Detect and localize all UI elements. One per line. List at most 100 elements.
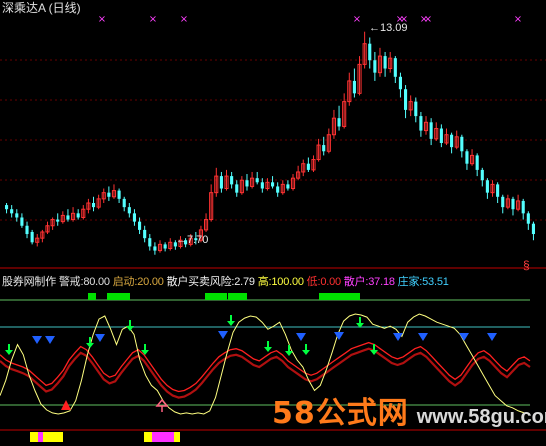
candle-body [91, 203, 96, 208]
candle [322, 136, 326, 156]
candle-body [480, 169, 484, 181]
green-down-arrow-icon [126, 320, 134, 331]
candle [377, 47, 383, 77]
candle-body [429, 122, 433, 139]
candle-body [485, 180, 489, 193]
candle [511, 196, 515, 216]
candle-body [521, 200, 525, 214]
left-arrow-icon: ← [369, 22, 380, 34]
candle [362, 31, 367, 69]
candle-body [439, 128, 443, 143]
chart-title: 深乘达A (日线) [2, 1, 81, 15]
candle-body [117, 190, 121, 199]
candle [96, 194, 101, 210]
candle [485, 178, 489, 199]
candle [475, 153, 479, 177]
high-label: 高: [257, 276, 272, 288]
candle [25, 221, 29, 239]
candle-body [398, 76, 402, 90]
candle-body [368, 43, 372, 61]
candle-body [465, 151, 469, 164]
dealer-label: 庄家: [397, 276, 423, 288]
dealer-value: 53.51 [422, 276, 449, 288]
candle [255, 171, 259, 185]
candle-body [393, 58, 397, 77]
candle-body [260, 182, 264, 189]
candle-body [219, 176, 223, 189]
green-down-arrow-icon [264, 341, 272, 352]
candle-body [419, 116, 423, 131]
risk-label: 散户买卖风险: [166, 276, 235, 288]
candle [204, 213, 209, 232]
candle [60, 211, 65, 224]
start-value: 20.00 [137, 276, 164, 288]
candle [444, 128, 449, 146]
blue-down-triangle-icon [296, 333, 306, 341]
green-down-arrow-icon [356, 317, 364, 328]
candle [35, 234, 40, 247]
arrow-head [227, 321, 235, 326]
candlestick-series[interactable] [5, 31, 535, 255]
candle [357, 56, 362, 96]
candle-body [30, 231, 34, 243]
candle-body [66, 215, 70, 220]
candle-body [337, 118, 341, 127]
candle [460, 134, 464, 158]
candle [10, 205, 14, 218]
high-price-label: ←13.09 [369, 21, 408, 35]
candle-body [5, 205, 9, 210]
candle [450, 132, 454, 154]
blue-down-triangle-icon [218, 331, 228, 339]
candle [168, 238, 173, 251]
pink-up-arrow-icon [155, 398, 169, 412]
candle-body [322, 145, 326, 152]
candle [398, 72, 402, 98]
candle [429, 118, 433, 146]
candle [20, 213, 24, 228]
warn-label: 警戒: [58, 276, 84, 288]
left-arrow-icon: ← [176, 234, 187, 246]
high-price-value: 13.09 [380, 22, 408, 34]
candle-body [132, 213, 136, 222]
candle [501, 194, 505, 214]
candle-body [25, 225, 29, 235]
top-x-marker: × [424, 14, 432, 25]
arrow-head [126, 326, 134, 331]
candle [419, 111, 423, 137]
green-block [319, 293, 337, 300]
candle [271, 176, 275, 189]
candle [404, 85, 408, 119]
green-block [228, 293, 247, 300]
candle [516, 194, 521, 212]
bottom-bar [174, 432, 180, 442]
green-signal-blocks [88, 293, 360, 300]
candle-body [127, 207, 131, 214]
candle [5, 203, 9, 214]
candle [414, 97, 418, 123]
candle [30, 229, 34, 245]
candle [148, 234, 152, 251]
chart-canvas[interactable]: × × × × ×× ×× × [0, 0, 546, 446]
candle [280, 180, 285, 195]
candle-body [56, 219, 60, 222]
candle-body [286, 184, 290, 189]
candle-body [10, 209, 14, 214]
candle-body [496, 184, 500, 197]
candle [250, 171, 255, 189]
candle [50, 217, 55, 230]
high-value: 100.00 [271, 276, 304, 288]
candle-body [526, 213, 530, 224]
candle [107, 186, 111, 201]
candle [490, 180, 495, 197]
candle [235, 180, 239, 197]
candle [81, 205, 86, 220]
indicator-name[interactable]: 股券网制作 [2, 276, 56, 288]
candle [393, 56, 397, 83]
bottom-bar [30, 432, 38, 442]
candle [526, 211, 530, 230]
top-x-marker: × [180, 14, 188, 25]
bottom-bar [43, 432, 63, 442]
warn-value: 80.00 [83, 276, 110, 288]
candle [408, 95, 413, 117]
candle-body [122, 198, 126, 208]
